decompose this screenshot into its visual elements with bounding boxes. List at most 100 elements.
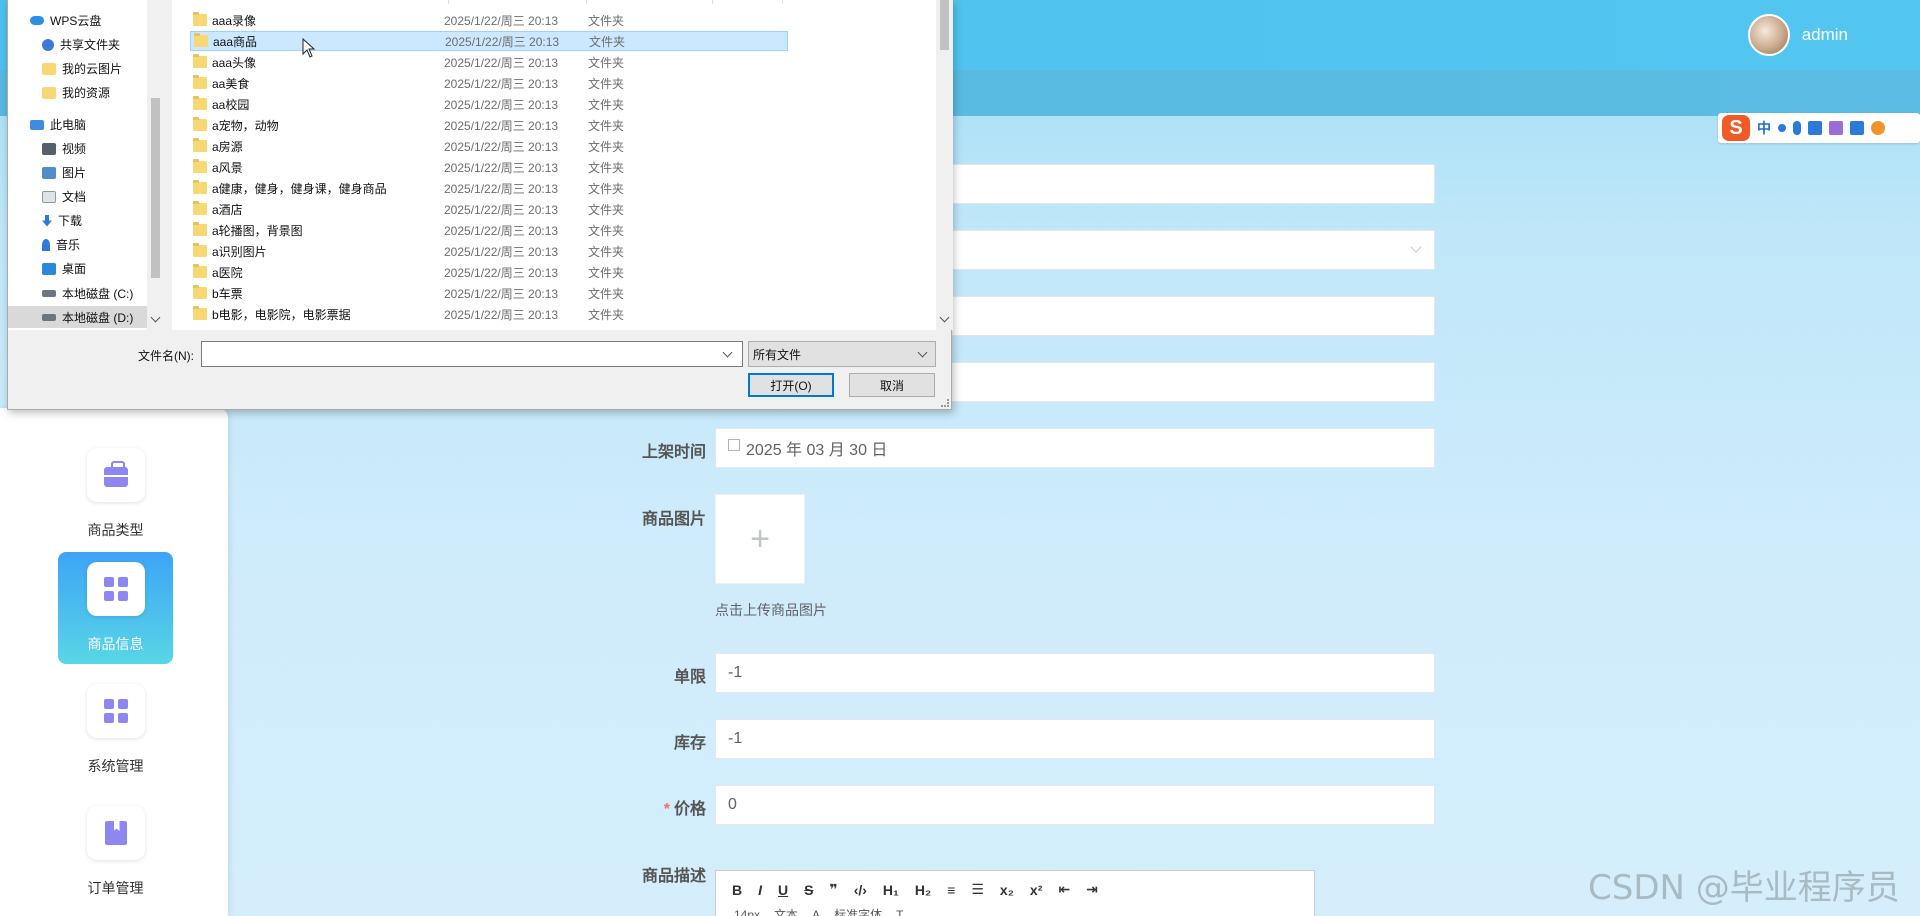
nav-item-wps-cloud[interactable]: WPS云盘 (30, 12, 101, 29)
rich-text-editor[interactable]: B I U S ❞ ‹/› H₁ H₂ ≡ ☰ x₂ x² ⇤ ⇥ 14px 文… (715, 870, 1315, 916)
picture-icon (42, 166, 56, 179)
file-row[interactable]: a医院 2025/1/22/周三 20:13 文件夹 (190, 262, 788, 282)
ime-extra-icon[interactable] (1871, 121, 1885, 135)
italic-button[interactable]: I (758, 882, 762, 898)
file-list-scrollbar-thumb[interactable] (940, 0, 949, 50)
file-row[interactable]: aaa商品 2025/1/22/周三 20:13 文件夹 (190, 31, 788, 51)
file-row[interactable]: aa美食 2025/1/22/周三 20:13 文件夹 (190, 73, 788, 93)
file-row[interactable]: a宠物，动物 2025/1/22/周三 20:13 文件夹 (190, 115, 788, 135)
file-row[interactable]: a识别图片 2025/1/22/周三 20:13 文件夹 (190, 241, 788, 261)
sidebar-item-product-info[interactable]: 商品信息 (58, 552, 173, 664)
file-date: 2025/1/22/周三 20:13 (444, 286, 559, 301)
file-row[interactable]: a轮播图，背景图 2025/1/22/周三 20:13 文件夹 (190, 220, 788, 240)
nav-item-documents[interactable]: 文档 (42, 188, 86, 205)
blockquote-button[interactable]: ❞ (829, 881, 837, 898)
header-select[interactable]: 文本 (774, 906, 798, 916)
nav-item-this-pc[interactable]: 此电脑 (30, 116, 86, 133)
nav-item-videos[interactable]: 视频 (42, 140, 86, 157)
nav-item-my-resources[interactable]: 我的资源 (42, 84, 110, 101)
briefcase-icon (103, 461, 128, 487)
underline-button[interactable]: U (778, 882, 788, 898)
ordered-list-button[interactable]: ≡ (947, 882, 955, 898)
superscript-button[interactable]: x² (1030, 882, 1042, 898)
filename-input[interactable] (201, 341, 743, 367)
font-size-select[interactable]: 14px (734, 908, 760, 916)
price-value: 0 (728, 796, 737, 813)
file-row[interactable]: aaa头像 2025/1/22/周三 20:13 文件夹 (190, 52, 788, 72)
h1-button[interactable]: H₁ (883, 882, 899, 898)
nav-item-shared[interactable]: 共享文件夹 (42, 36, 120, 53)
filetype-select[interactable]: 所有文件 (748, 341, 936, 367)
indent-button[interactable]: ⇥ (1086, 881, 1098, 898)
folder-icon (42, 62, 56, 75)
ime-mode[interactable]: 中 (1757, 118, 1771, 138)
file-row[interactable]: a健康，健身，健身课，健身商品 2025/1/22/周三 20:13 文件夹 (190, 178, 788, 198)
sogou-logo-icon[interactable]: S (1722, 115, 1750, 141)
file-date: 2025/1/22/周三 20:13 (444, 97, 559, 112)
image-upload-button[interactable]: + (715, 494, 805, 584)
open-button[interactable]: 打开(O) (748, 373, 834, 397)
nav-item-label: 视频 (62, 142, 87, 156)
nav-item-label: 本地磁盘 (C:) (62, 287, 134, 301)
nav-scrollbar-thumb[interactable] (151, 98, 160, 278)
file-name: a风景 (212, 160, 243, 175)
limit-input[interactable]: -1 (715, 653, 1435, 693)
bullet-list-button[interactable]: ☰ (971, 881, 984, 898)
file-list-scrollbar[interactable] (936, 0, 953, 330)
font-color-button[interactable]: A (812, 908, 820, 916)
file-row[interactable]: aa校园 2025/1/22/周三 20:13 文件夹 (190, 94, 788, 114)
clear-format-button[interactable]: T (896, 908, 903, 916)
grid-icon (103, 699, 128, 723)
file-row[interactable]: a酒店 2025/1/22/周三 20:13 文件夹 (190, 199, 788, 219)
h2-button[interactable]: H₂ (915, 882, 931, 898)
folder-icon (193, 222, 207, 236)
file-row[interactable]: b车票 2025/1/22/周三 20:13 文件夹 (190, 283, 788, 303)
chevron-down-icon[interactable] (722, 347, 733, 358)
punctuation-icon[interactable] (1778, 124, 1786, 132)
sidebar-item-product-type[interactable]: 商品类型 (58, 438, 173, 550)
required-mark: * (663, 801, 670, 818)
stock-input[interactable]: -1 (715, 719, 1435, 759)
price-label-text: 价格 (673, 801, 706, 818)
listing-time-picker[interactable]: 2025 年 03 月 30 日 (715, 428, 1435, 468)
nav-scrollbar[interactable] (147, 0, 164, 330)
chevron-down-icon[interactable] (939, 312, 950, 323)
nav-item-drive-c[interactable]: 本地磁盘 (C:) (42, 285, 133, 302)
nav-item-music[interactable]: 音乐 (42, 236, 80, 253)
filename-label: 文件名(N): (138, 349, 194, 363)
keyboard-icon[interactable] (1808, 121, 1822, 135)
cancel-button[interactable]: 取消 (849, 373, 935, 397)
nav-item-cloud-pictures[interactable]: 我的云图片 (42, 60, 122, 77)
pc-icon (30, 119, 44, 130)
user-menu[interactable]: admin (1747, 14, 1848, 56)
chevron-down-icon (1410, 241, 1422, 253)
toolbox-icon[interactable] (1850, 121, 1864, 135)
strike-button[interactable]: S (804, 882, 813, 898)
limit-value: -1 (728, 664, 743, 681)
skin-icon[interactable] (1829, 121, 1843, 135)
file-row[interactable]: aaa录像 2025/1/22/周三 20:13 文件夹 (190, 10, 788, 30)
folder-icon (193, 264, 207, 278)
file-row[interactable]: a风景 2025/1/22/周三 20:13 文件夹 (190, 157, 788, 177)
file-row[interactable]: b电影，电影院，电影票据 2025/1/22/周三 20:13 文件夹 (190, 304, 788, 324)
resize-grip[interactable] (941, 399, 949, 407)
file-row[interactable]: a房源 2025/1/22/周三 20:13 文件夹 (190, 136, 788, 156)
file-name: aa校园 (212, 97, 250, 112)
sidebar-item-system[interactable]: 系统管理 (58, 674, 173, 786)
username[interactable]: admin (1802, 25, 1848, 45)
chevron-down-icon[interactable] (150, 312, 161, 323)
nav-item-pictures[interactable]: 图片 (42, 164, 86, 181)
bold-button[interactable]: B (732, 882, 742, 898)
subscript-button[interactable]: x₂ (1000, 882, 1014, 898)
sidebar-item-orders[interactable]: 订单管理 (58, 796, 173, 908)
nav-item-desktop[interactable]: 桌面 (42, 260, 86, 277)
avatar[interactable] (1747, 14, 1790, 56)
nav-item-drive-d[interactable]: 本地磁盘 (D:) (8, 306, 147, 328)
nav-item-downloads[interactable]: 下载 (42, 212, 82, 229)
nav-item-label: 音乐 (56, 238, 81, 252)
outdent-button[interactable]: ⇤ (1058, 881, 1070, 898)
code-button[interactable]: ‹/› (854, 882, 867, 898)
price-input[interactable]: 0 (715, 785, 1435, 825)
font-family-select[interactable]: 标准字体 (834, 906, 882, 916)
microphone-icon[interactable] (1793, 121, 1801, 135)
